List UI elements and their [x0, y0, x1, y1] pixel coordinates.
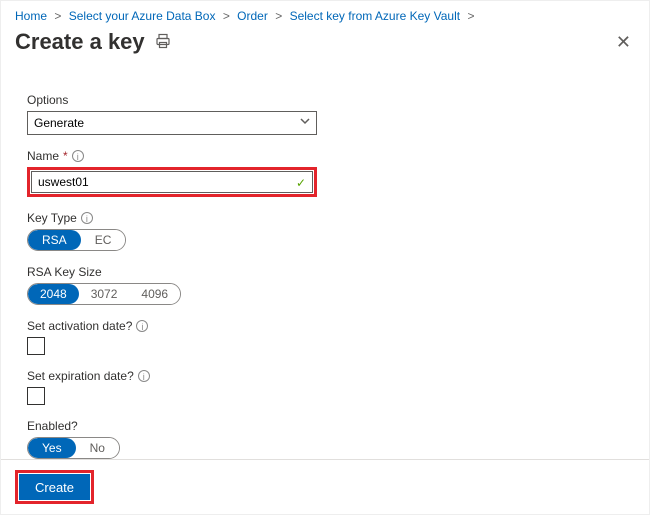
chevron-right-icon: >: [271, 9, 286, 23]
keysize-label: RSA Key Size: [27, 265, 102, 279]
chevron-right-icon: >: [463, 9, 478, 23]
required-indicator: *: [63, 149, 68, 163]
options-select[interactable]: Generate: [27, 111, 317, 135]
keysize-3072[interactable]: 3072: [79, 284, 130, 304]
keysize-2048[interactable]: 2048: [28, 284, 79, 304]
name-input[interactable]: [31, 171, 313, 193]
name-label: Name: [27, 149, 59, 163]
create-button-highlight: Create: [15, 470, 94, 504]
keytype-label: Key Type: [27, 211, 77, 225]
print-icon[interactable]: [155, 33, 171, 52]
keysize-toggle: 2048 3072 4096: [27, 283, 181, 305]
enabled-label: Enabled?: [27, 419, 78, 433]
keytype-toggle: RSA EC: [27, 229, 126, 251]
breadcrumb-home[interactable]: Home: [15, 9, 47, 23]
page-title: Create a key: [15, 29, 145, 55]
keytype-rsa[interactable]: RSA: [28, 230, 81, 250]
expiration-checkbox[interactable]: [27, 387, 45, 405]
enabled-toggle: Yes No: [27, 437, 120, 459]
activation-label: Set activation date?: [27, 319, 132, 333]
info-icon[interactable]: i: [136, 320, 148, 332]
info-icon[interactable]: i: [81, 212, 93, 224]
breadcrumb-order[interactable]: Order: [237, 9, 268, 23]
activation-checkbox[interactable]: [27, 337, 45, 355]
check-icon: ✓: [296, 176, 306, 190]
options-label: Options: [27, 93, 68, 107]
close-icon[interactable]: ✕: [616, 33, 631, 51]
breadcrumb-databox[interactable]: Select your Azure Data Box: [69, 9, 216, 23]
create-key-form: Options Generate Name * i ✓ Key Type i: [27, 93, 347, 459]
breadcrumb-keyvault[interactable]: Select key from Azure Key Vault: [290, 9, 461, 23]
chevron-right-icon: >: [50, 9, 65, 23]
keysize-4096[interactable]: 4096: [129, 284, 180, 304]
info-icon[interactable]: i: [72, 150, 84, 162]
enabled-no[interactable]: No: [76, 438, 119, 458]
breadcrumb: Home > Select your Azure Data Box > Orde…: [15, 9, 635, 23]
chevron-right-icon: >: [219, 9, 234, 23]
footer-bar: Create: [1, 459, 649, 514]
enabled-yes[interactable]: Yes: [28, 438, 76, 458]
name-input-highlight: ✓: [27, 167, 317, 197]
keytype-ec[interactable]: EC: [81, 230, 126, 250]
info-icon[interactable]: i: [138, 370, 150, 382]
create-button[interactable]: Create: [19, 474, 90, 500]
expiration-label: Set expiration date?: [27, 369, 134, 383]
